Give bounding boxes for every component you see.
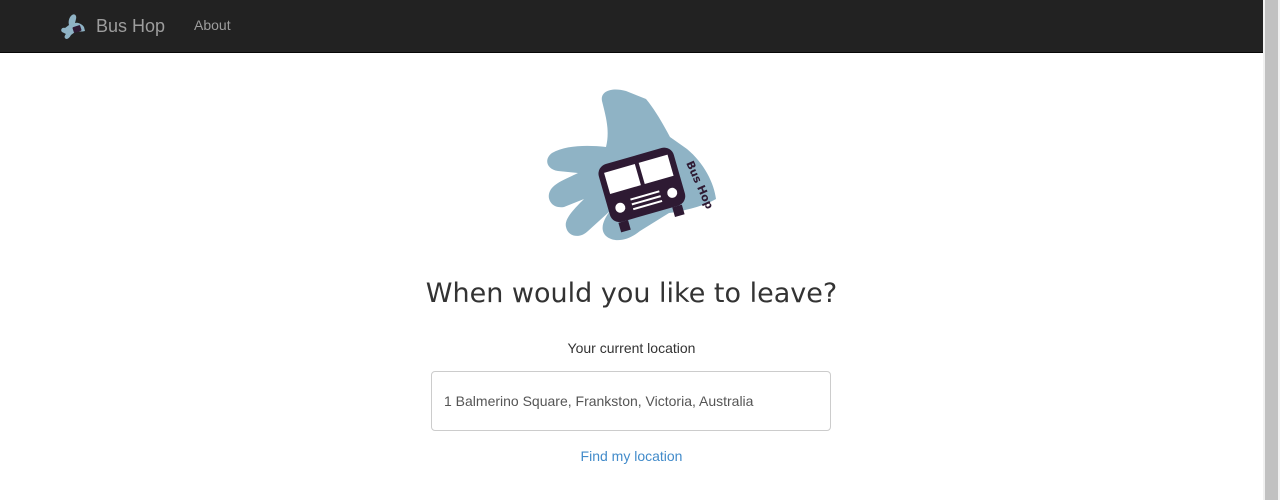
location-label: Your current location [567,340,696,356]
find-location-link[interactable]: Find my location [581,448,683,464]
page-heading: When would you like to leave? [425,278,838,309]
nav-about-link[interactable]: About [194,17,231,33]
bus-hop-logo: Bus Hop [547,89,716,241]
vertical-scrollbar[interactable] [1263,0,1280,500]
brand-hand-icon [61,14,85,39]
brand-link[interactable]: Bus Hop [58,0,165,52]
main-content: Bus Hop When would you like to leave? Yo… [0,53,1263,500]
scrollbar-thumb[interactable] [1265,0,1278,500]
location-input[interactable] [431,371,831,431]
top-navbar: Bus Hop About [0,0,1263,53]
brand-name: Bus Hop [96,15,166,36]
find-location-wrapper: Find my location [0,448,1263,464]
